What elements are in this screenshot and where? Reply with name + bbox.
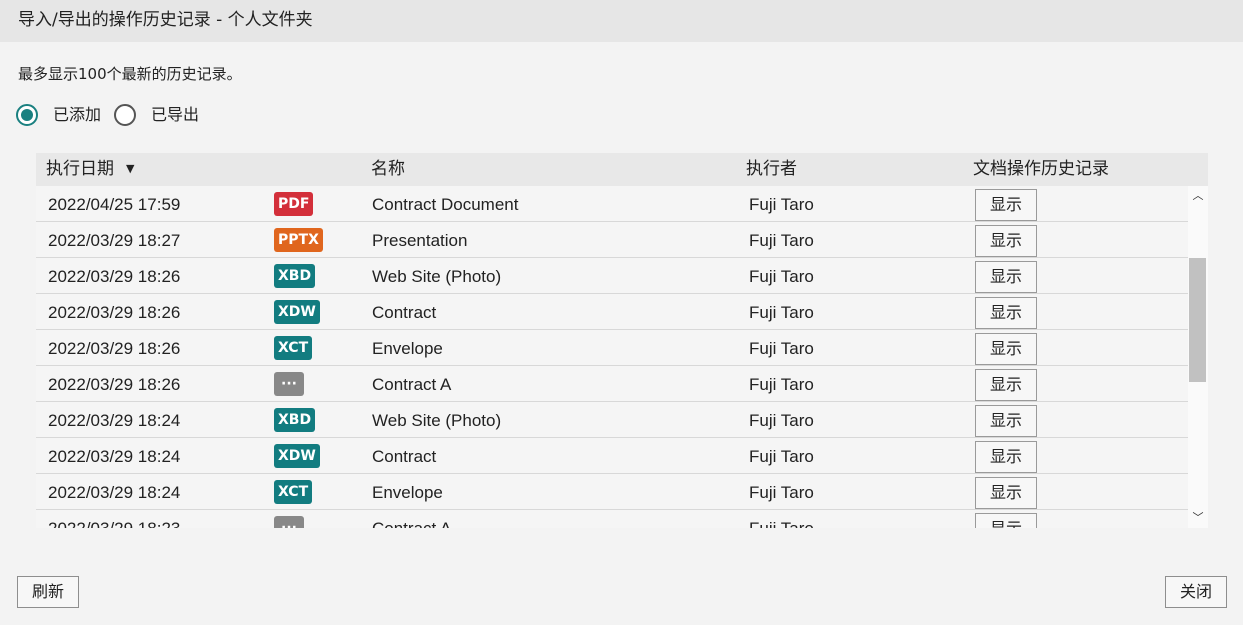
cell-name: Web Site (Photo) (372, 267, 502, 286)
column-header-date-label: 执行日期 (46, 159, 114, 179)
file-type-icon: ··· (274, 516, 304, 528)
cell-user: Fuji Taro (749, 231, 814, 250)
file-type-icon: XDW (274, 300, 320, 324)
show-history-button[interactable]: 显示 (975, 513, 1037, 528)
table-row[interactable]: 2022/03/29 18:24 XCT Envelope Fuji Taro 显示 (36, 474, 1188, 510)
table-row[interactable]: 2022/03/29 18:23 ··· Contract A Fuji Taro 显示 (36, 510, 1188, 528)
radio-added-label: 已添加 (53, 105, 102, 124)
table-row[interactable]: 2022/03/29 18:24 XDW Contract Fuji Taro 显示 (36, 438, 1188, 474)
show-history-button[interactable]: 显示 (975, 189, 1037, 221)
cell-name: Contract (372, 303, 437, 322)
cell-name: Envelope (372, 339, 443, 358)
file-type-icon: ··· (274, 372, 304, 396)
cell-user: Fuji Taro (749, 195, 814, 214)
cell-user: Fuji Taro (749, 303, 814, 322)
window-title: 导入/导出的操作历史记录 - 个人文件夹 (0, 0, 1243, 42)
table-row[interactable]: 2022/03/29 18:26 ··· Contract A Fuji Taro 显示 (36, 366, 1188, 402)
show-history-button[interactable]: 显示 (975, 297, 1037, 329)
sort-descending-icon: ▼ (126, 162, 135, 175)
cell-date: 2022/03/29 18:23 (48, 519, 180, 528)
cell-name: Web Site (Photo) (372, 411, 502, 430)
file-type-icon: XCT (274, 480, 313, 504)
cell-user: Fuji Taro (749, 519, 814, 528)
file-type-icon: XCT (274, 336, 313, 360)
cell-name: Envelope (372, 483, 443, 502)
scroll-up-icon[interactable]: ︿ (1188, 188, 1208, 204)
info-text: 最多显示100个最新的历史记录。 (18, 65, 242, 83)
cell-user: Fuji Taro (749, 339, 814, 358)
table-row[interactable]: 2022/03/29 18:26 XDW Contract Fuji Taro 显示 (36, 294, 1188, 330)
scroll-thumb[interactable] (1189, 258, 1206, 382)
cell-user: Fuji Taro (749, 375, 814, 394)
cell-date: 2022/03/29 18:24 (48, 411, 181, 430)
table-row[interactable]: 2022/03/29 18:27 PPTX Presentation Fuji Tar… (36, 222, 1188, 258)
table-row[interactable]: 2022/03/29 18:24 XBD Web Site (Photo) Fuji … (36, 402, 1188, 438)
cell-user: Fuji Taro (749, 411, 814, 430)
cell-date: 2022/03/29 18:24 (48, 483, 181, 502)
show-history-button[interactable]: 显示 (975, 369, 1037, 401)
cell-date: 2022/03/29 18:26 (48, 375, 181, 394)
file-type-icon: XBD (274, 408, 316, 432)
show-history-button[interactable]: 显示 (975, 405, 1037, 437)
cell-name: Contract A (372, 519, 451, 528)
show-history-button[interactable]: 显示 (975, 441, 1037, 473)
cell-name: Contract Document (372, 195, 519, 214)
table-row[interactable]: 2022/03/29 18:26 XBD Web Site (Photo) Fuji … (36, 258, 1188, 294)
file-type-icon: XDW (274, 444, 320, 468)
cell-date: 2022/03/29 18:24 (48, 447, 181, 466)
close-button[interactable]: 关闭 (1165, 576, 1227, 608)
vertical-scrollbar[interactable]: ︿ ﹀ (1188, 186, 1208, 528)
cell-date: 2022/03/29 18:26 (48, 303, 181, 322)
column-header-user[interactable]: 执行者 (746, 158, 797, 180)
file-type-icon: PPTX (274, 228, 323, 252)
table-body: 2022/04/25 17:59 PDF Contract Document Fuji… (36, 186, 1188, 528)
cell-name: Presentation (372, 231, 468, 250)
cell-user: Fuji Taro (749, 483, 814, 502)
radio-checked-icon (16, 104, 38, 126)
file-type-icon: XBD (274, 264, 316, 288)
table-row[interactable]: 2022/04/25 17:59 PDF Contract Document Fuji… (36, 186, 1188, 222)
column-header-name[interactable]: 名称 (371, 158, 405, 180)
table-row[interactable]: 2022/03/29 18:26 XCT Envelope Fuji Taro 显示 (36, 330, 1188, 366)
radio-exported[interactable]: 已导出 (114, 103, 206, 131)
radio-exported-label: 已导出 (151, 105, 200, 124)
cell-name: Contract A (372, 375, 452, 394)
cell-user: Fuji Taro (749, 267, 814, 286)
cell-date: 2022/04/25 17:59 (48, 195, 181, 214)
radio-added[interactable]: 已添加 (16, 103, 108, 131)
show-history-button[interactable]: 显示 (975, 333, 1037, 365)
cell-date: 2022/03/29 18:26 (48, 267, 181, 286)
file-type-icon: PDF (274, 192, 314, 216)
cell-user: Fuji Taro (749, 447, 814, 466)
column-header-history: 文档操作历史记录 (973, 159, 1109, 179)
show-history-button[interactable]: 显示 (975, 477, 1037, 509)
show-history-button[interactable]: 显示 (975, 225, 1037, 257)
cell-date: 2022/03/29 18:27 (48, 231, 181, 250)
cell-date: 2022/03/29 18:26 (48, 339, 181, 358)
history-table: 执行日期 ▼ 名称 执行者 文档操作历史记录 2022/04/25 17:59 PD… (36, 153, 1208, 528)
radio-unchecked-icon (114, 104, 136, 126)
column-header-date[interactable]: 执行日期 ▼ (46, 158, 134, 180)
refresh-button[interactable]: 刷新 (17, 576, 79, 608)
cell-name: Contract (372, 447, 437, 466)
table-header: 执行日期 ▼ 名称 执行者 文档操作历史记录 (36, 153, 1208, 186)
scroll-down-icon[interactable]: ﹀ (1188, 510, 1208, 526)
show-history-button[interactable]: 显示 (975, 261, 1037, 293)
